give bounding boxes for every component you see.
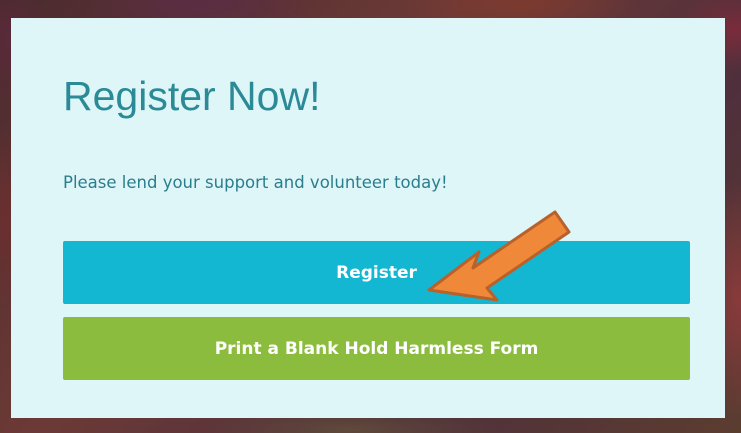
pointing-arrow-icon	[427, 210, 571, 302]
print-form-button[interactable]: Print a Blank Hold Harmless Form	[63, 317, 690, 380]
card-title: Register Now!	[63, 73, 321, 119]
card-subtitle: Please lend your support and volunteer t…	[63, 173, 448, 192]
registration-card: Register Now! Please lend your support a…	[11, 18, 725, 418]
